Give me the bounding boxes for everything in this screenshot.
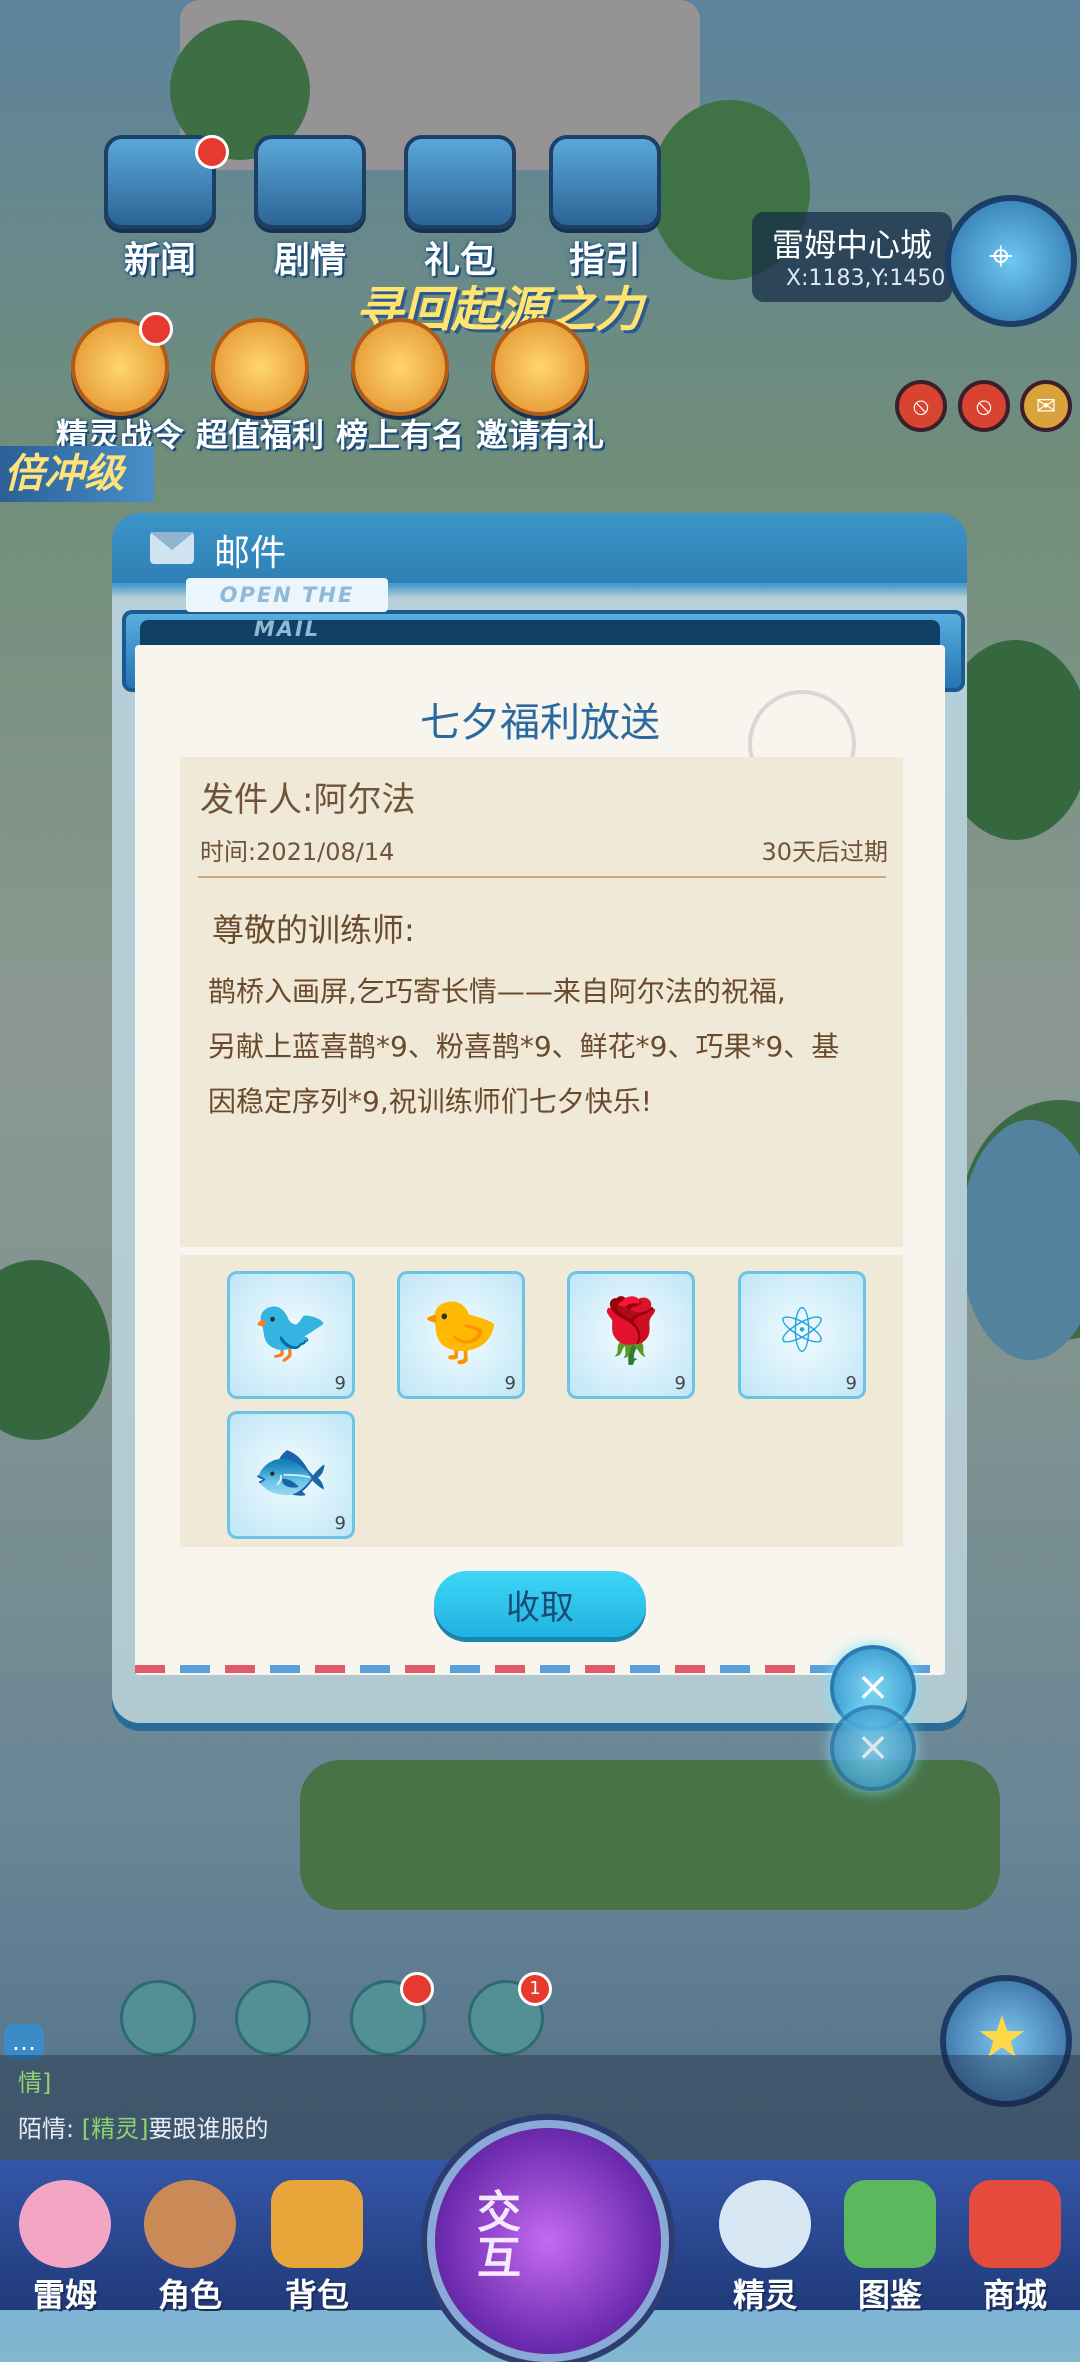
qiaoguo-pastry-icon: 🐟 <box>252 1434 330 1507</box>
gift-pack-button[interactable]: 礼包 <box>395 135 525 281</box>
home-icon[interactable] <box>235 1980 311 2056</box>
panda-notification-dot <box>400 1972 434 2006</box>
city-name: 雷姆中心城 <box>772 226 933 264</box>
attachment-quantity: 9 <box>504 1373 516 1394</box>
map-button[interactable]: ⌖ <box>945 195 1077 327</box>
attachment-item[interactable]: 🐦 9 <box>227 1271 355 1399</box>
guide-button[interactable]: 指引 <box>540 135 670 281</box>
envelope-icon <box>150 532 194 564</box>
attachment-quantity: 9 <box>845 1373 857 1394</box>
spirit-panda-icon <box>719 2180 811 2268</box>
trophy-icon <box>351 318 449 416</box>
double-level-banner[interactable]: 倍冲级 <box>0 446 154 502</box>
invite-button[interactable]: 邀请有礼 <box>475 318 605 454</box>
bell-badge: 1 <box>518 1972 552 2006</box>
value-welfare-label: 超值福利 <box>195 416 324 454</box>
pink-magpie-icon: 🐤 <box>422 1294 500 1367</box>
blue-magpie-icon: 🐦 <box>252 1294 330 1367</box>
mail-date: 时间:2021/08/14 <box>200 838 395 866</box>
story-icon <box>254 135 366 229</box>
mail-dialog-title: 邮件 <box>214 533 287 574</box>
nav-backpack[interactable]: 背包 <box>252 2180 382 2314</box>
attachment-item[interactable]: 🐤 9 <box>397 1271 525 1399</box>
bell-badge-count: 1 <box>529 1978 541 1999</box>
codex-icon <box>844 2180 936 2268</box>
collect-button[interactable]: 收取 <box>434 1571 646 1637</box>
invite-letter-icon <box>491 318 589 416</box>
invite-label: 邀请有礼 <box>475 416 604 454</box>
chat-message-text: 要跟谁服的 <box>148 2115 269 2143</box>
nav-codex-label: 图鉴 <box>857 2276 922 2314</box>
nav-leimu[interactable]: 雷姆 <box>0 2180 130 2314</box>
nav-character[interactable]: 角色 <box>125 2180 255 2314</box>
attachment-item[interactable]: 🐟 9 <box>227 1411 355 1539</box>
news-button[interactable]: 新闻 <box>95 135 229 281</box>
attachment-quantity: 9 <box>674 1373 686 1394</box>
leaderboard-label: 榜上有名 <box>335 416 464 454</box>
rose-icon: 🌹 <box>592 1294 670 1367</box>
guide-icon <box>549 135 661 229</box>
mail-body-line: 另献上蓝喜鹊*9、粉喜鹊*9、鲜花*9、巧果*9、基 <box>208 1030 840 1063</box>
player-coordinates: X:1183,Y:1450 <box>786 266 946 291</box>
story-button[interactable]: 剧情 <box>245 135 375 281</box>
gene-sequence-icon: ⚛ <box>774 1294 830 1367</box>
mail-subject: 七夕福利放送 <box>420 700 660 746</box>
map-pin-icon: ⌖ <box>989 231 1013 280</box>
mail-body-line: 鹊桥入画屏,乞巧寄长情——来自阿尔法的祝福, <box>208 975 786 1008</box>
attachment-quantity: 9 <box>334 1373 346 1394</box>
block-icon[interactable]: ⦸ <box>958 380 1010 432</box>
chat-message-text: 情] <box>18 2069 52 2097</box>
close-icon: × <box>856 1664 890 1710</box>
chat-sender: 陌情: <box>18 2115 75 2143</box>
airmail-stripe <box>135 1665 945 1673</box>
interact-label: 交互 <box>477 2187 521 2284</box>
leaderboard-button[interactable]: 榜上有名 <box>335 318 465 454</box>
plant-icon[interactable] <box>120 1980 196 2056</box>
shop-icon <box>969 2180 1061 2268</box>
nav-backpack-label: 背包 <box>284 2276 349 2314</box>
close-panel-button[interactable]: × <box>830 1705 916 1791</box>
character-avatar-icon <box>144 2180 236 2268</box>
chat-message: 情] <box>18 2063 51 2098</box>
leimu-avatar-icon <box>19 2180 111 2268</box>
close-icon: × <box>856 1724 890 1770</box>
gift-box-icon <box>211 318 309 416</box>
nav-shop[interactable]: 商城 <box>950 2180 1080 2314</box>
spirit-pass-button[interactable]: 精灵战令 <box>55 312 185 454</box>
mail-body-line: 因稳定序列*9,祝训练师们七夕快乐! <box>208 1085 652 1118</box>
value-welfare-button[interactable]: 超值福利 <box>195 318 325 454</box>
interact-button[interactable]: 交互 <box>427 2120 669 2362</box>
mail-divider <box>198 876 886 878</box>
mail-list-icon[interactable]: ✉ <box>1020 380 1072 432</box>
location-panel: 雷姆中心城 X:1183,Y:1450 <box>752 212 952 302</box>
attachment-quantity: 9 <box>334 1513 346 1534</box>
nav-character-label: 角色 <box>157 2276 222 2314</box>
news-label: 新闻 <box>123 240 196 281</box>
chat-message: 陌情: [精灵]要跟谁服的 <box>18 2109 268 2144</box>
nav-spirit-label: 精灵 <box>732 2276 797 2314</box>
nav-codex[interactable]: 图鉴 <box>825 2180 955 2314</box>
attachment-item[interactable]: ⚛ 9 <box>738 1271 866 1399</box>
gift-pack-icon <box>404 135 516 229</box>
mail-sender: 发件人:阿尔法 <box>200 780 416 820</box>
mail-greeting: 尊敬的训练师: <box>212 911 415 949</box>
backpack-icon <box>271 2180 363 2268</box>
open-the-mail-tag: OPEN THE MAIL <box>186 578 388 641</box>
news-notification-dot <box>195 135 229 169</box>
chat-channel: [精灵] <box>81 2115 149 2143</box>
mail-expiry: 30天后过期 <box>761 838 888 866</box>
attachment-item[interactable]: 🌹 9 <box>567 1271 695 1399</box>
nav-leimu-label: 雷姆 <box>32 2276 97 2314</box>
mute-icon[interactable]: ⦸ <box>895 380 947 432</box>
nav-spirit[interactable]: 精灵 <box>700 2180 830 2314</box>
nav-shop-label: 商城 <box>982 2276 1047 2314</box>
spirit-pass-notification-dot <box>139 312 173 346</box>
